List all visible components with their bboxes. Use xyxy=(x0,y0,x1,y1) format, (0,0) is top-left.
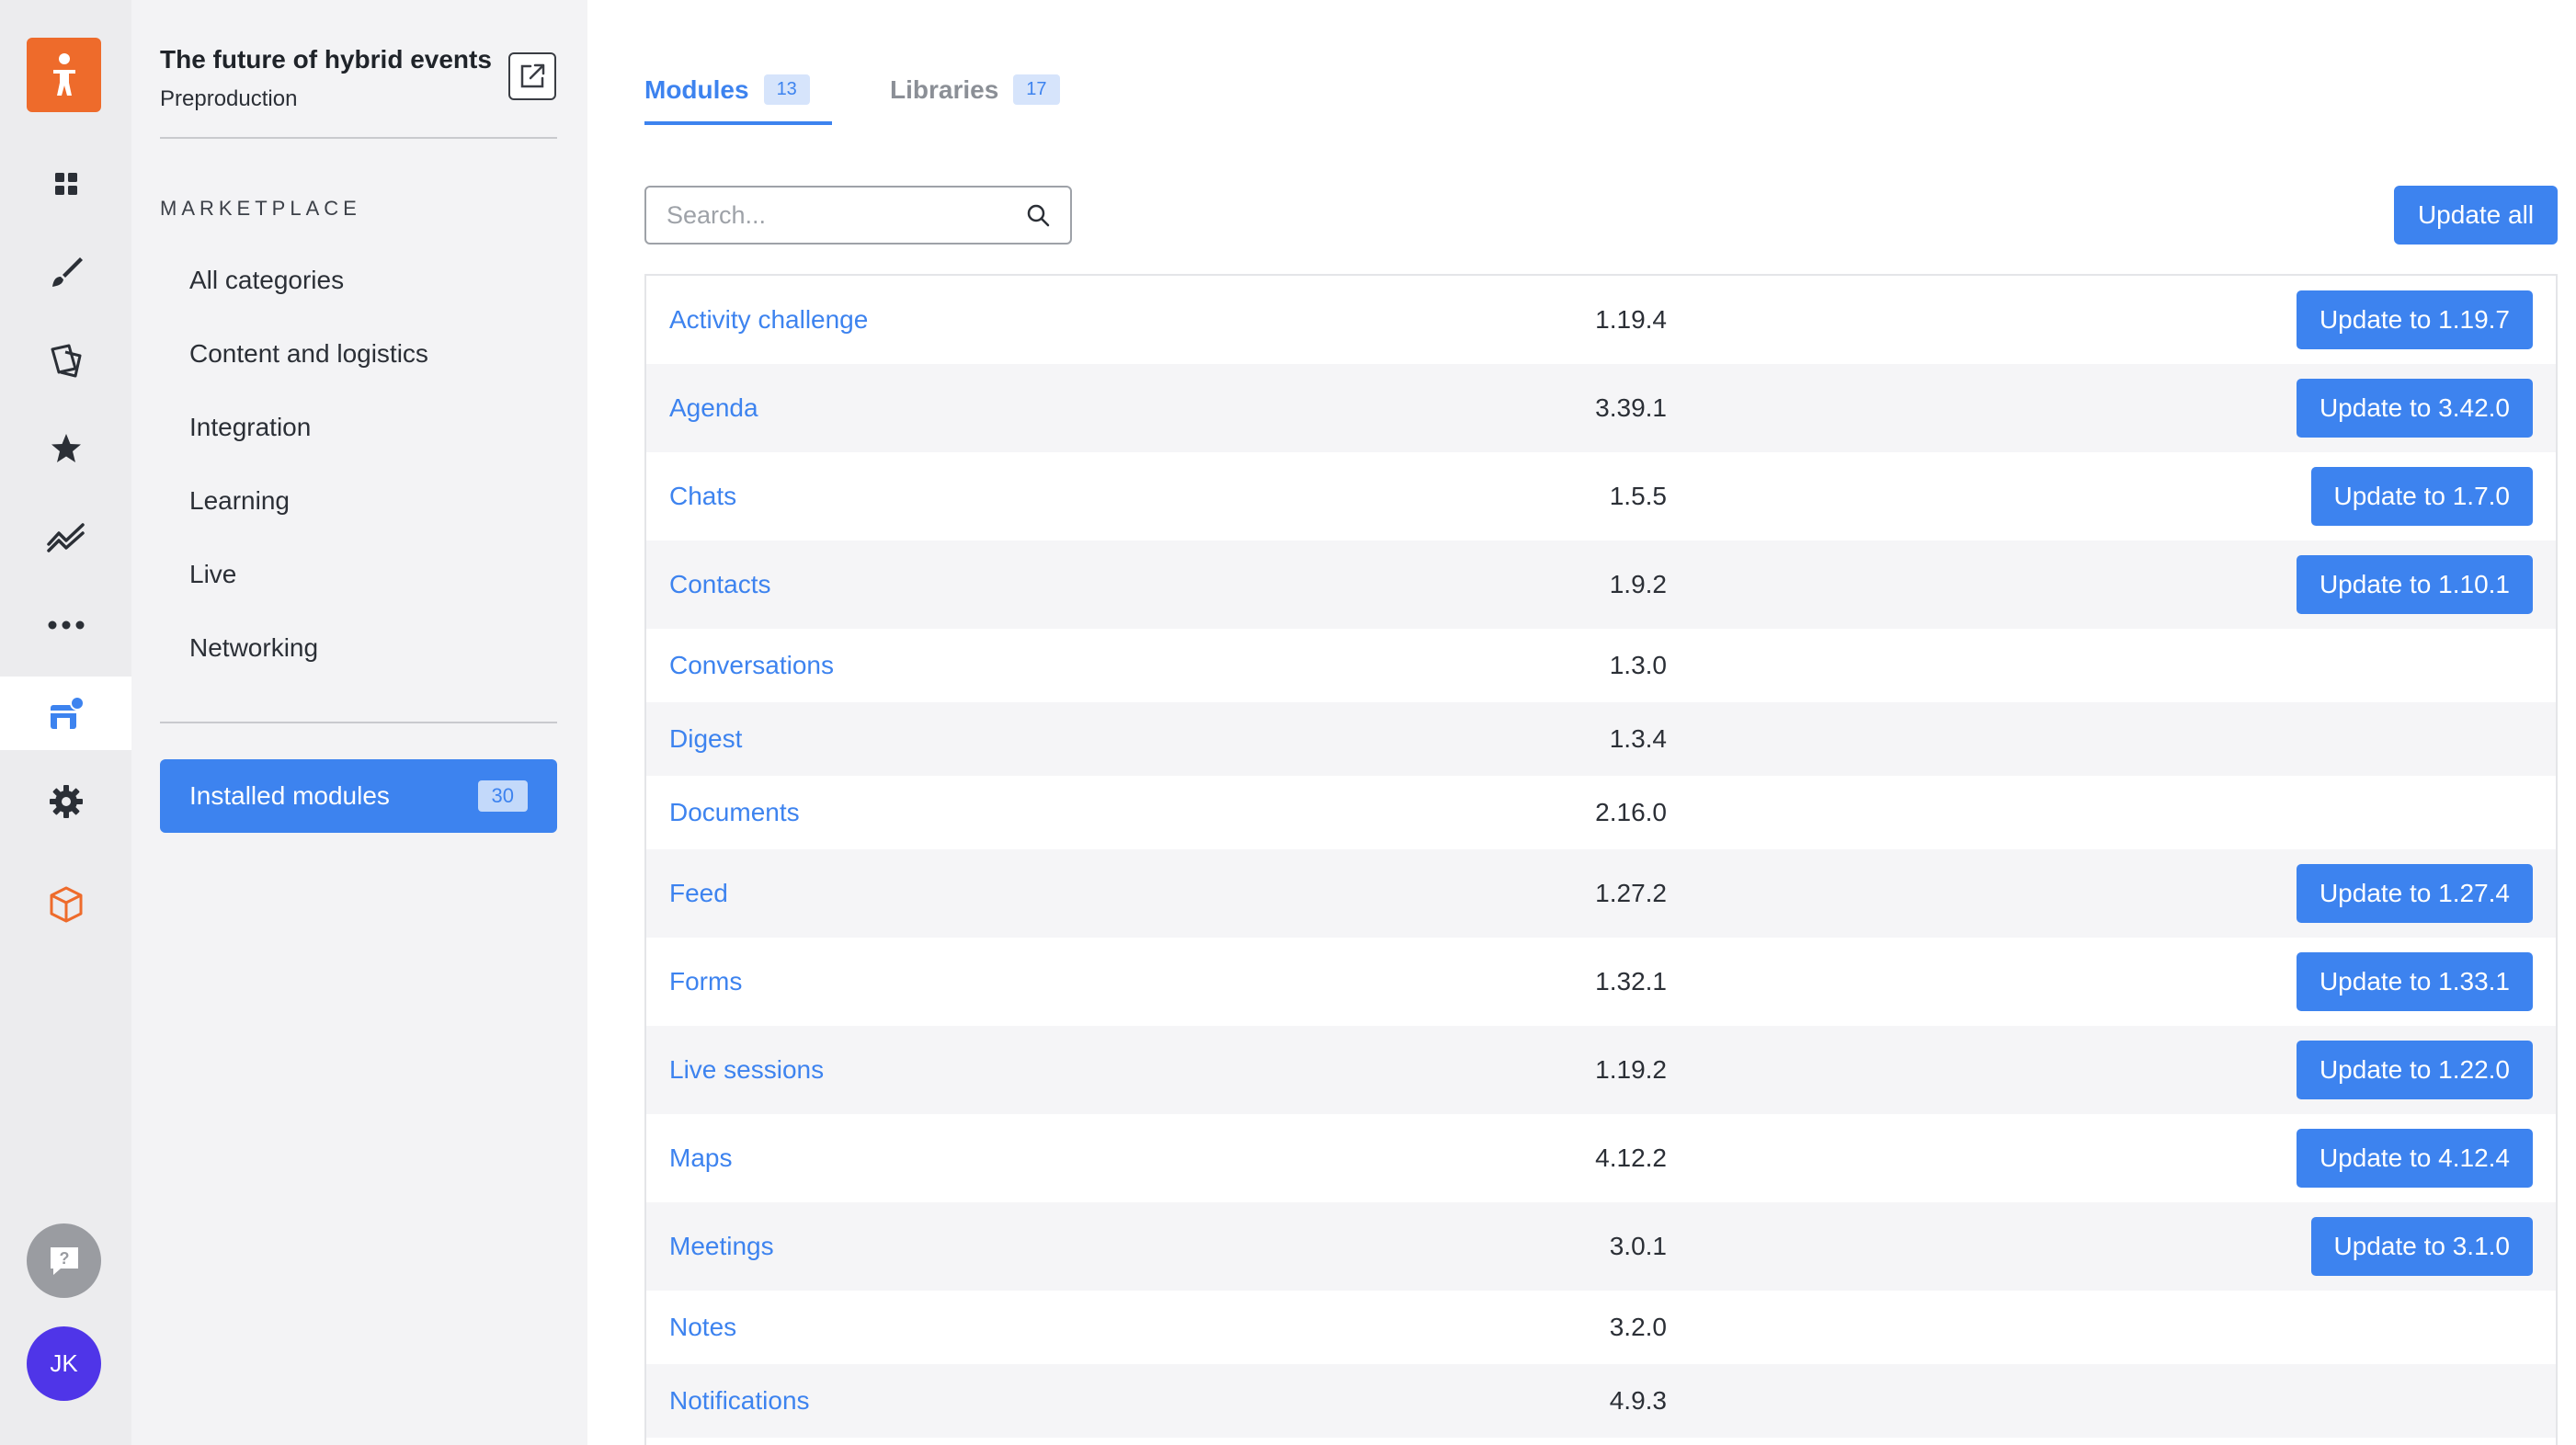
update-module-button[interactable]: Update to 3.42.0 xyxy=(2296,379,2533,438)
update-module-button[interactable]: Update to 1.27.4 xyxy=(2296,864,2533,923)
more-icon[interactable] xyxy=(0,588,131,662)
event-status: Preproduction xyxy=(160,86,298,111)
divider xyxy=(160,722,557,723)
module-version: 1.19.4 xyxy=(1595,305,1667,334)
table-row: Chats 1.5.5 Update to 1.7.0 xyxy=(646,452,2556,540)
table-row: Activity challenge 1.19.4 Update to 1.19.7 xyxy=(646,276,2556,364)
avatar-initials: JK xyxy=(50,1349,78,1377)
marketplace-heading: MARKETPLACE xyxy=(160,197,361,220)
table-row: Digest 1.3.4 xyxy=(646,702,2556,776)
installed-modules-label: Installed modules xyxy=(189,781,390,810)
module-version: 4.9.3 xyxy=(1609,1386,1667,1415)
brush-icon[interactable] xyxy=(0,235,131,309)
search-input[interactable] xyxy=(667,200,1026,230)
event-title: The future of hybrid events xyxy=(160,45,492,74)
module-version: 1.32.1 xyxy=(1595,967,1667,996)
table-row: Documents 2.16.0 xyxy=(646,776,2556,849)
marketplace-icon[interactable] xyxy=(0,677,131,750)
module-name-link[interactable]: Notifications xyxy=(669,1386,810,1416)
active-tab-indicator xyxy=(644,121,832,125)
module-version: 1.27.2 xyxy=(1595,879,1667,907)
module-version: 3.2.0 xyxy=(1609,1313,1667,1341)
external-link-icon xyxy=(520,63,545,88)
star-icon[interactable] xyxy=(0,412,131,485)
module-version: 3.0.1 xyxy=(1609,1232,1667,1260)
table-row: Conversations 1.3.0 xyxy=(646,629,2556,702)
table-row: Contacts 1.9.2 Update to 1.10.1 xyxy=(646,540,2556,629)
module-name-link[interactable]: Conversations xyxy=(669,651,834,680)
table-row: Maps 4.12.2 Update to 4.12.4 xyxy=(646,1114,2556,1202)
avatar[interactable]: JK xyxy=(27,1326,101,1401)
gear-icon[interactable] xyxy=(0,765,131,838)
main-content: Modules 13 Libraries 17 Update all Activ… xyxy=(587,0,2576,1445)
cube-icon[interactable] xyxy=(0,868,131,941)
update-module-button[interactable]: Update to 1.22.0 xyxy=(2296,1041,2533,1099)
module-name-link[interactable]: Meetings xyxy=(669,1232,774,1261)
svg-text:?: ? xyxy=(59,1249,69,1268)
module-version: 1.3.0 xyxy=(1609,651,1667,679)
module-version: 1.9.2 xyxy=(1609,570,1667,598)
person-logo-icon[interactable] xyxy=(27,38,101,112)
modules-table: Activity challenge 1.19.4 Update to 1.19.7… xyxy=(644,274,2558,1445)
tab-libraries-label: Libraries xyxy=(890,74,999,104)
table-row: Feed 1.27.2 Update to 1.27.4 xyxy=(646,849,2556,938)
module-version: 3.39.1 xyxy=(1595,393,1667,422)
category-content-logistics[interactable]: Content and logistics xyxy=(189,339,428,369)
module-name-link[interactable]: Feed xyxy=(669,879,728,908)
tab-modules-count: 13 xyxy=(763,74,810,105)
pages-icon[interactable] xyxy=(0,324,131,397)
module-version: 2.16.0 xyxy=(1595,798,1667,826)
update-module-button[interactable]: Update to 1.19.7 xyxy=(2296,290,2533,349)
help-icon[interactable]: ? xyxy=(27,1223,101,1298)
module-version: 4.12.2 xyxy=(1595,1143,1667,1172)
update-module-button[interactable]: Update to 1.33.1 xyxy=(2296,952,2533,1011)
tab-libraries-count: 17 xyxy=(1013,74,1060,105)
open-external-button[interactable] xyxy=(508,52,556,100)
module-version: 1.3.4 xyxy=(1609,724,1667,753)
category-learning[interactable]: Learning xyxy=(189,486,290,516)
update-module-button[interactable]: Update to 4.12.4 xyxy=(2296,1129,2533,1188)
search-icon xyxy=(1027,204,1050,227)
table-row: Notes 3.2.0 xyxy=(646,1291,2556,1364)
installed-modules-button[interactable]: Installed modules 30 xyxy=(160,759,557,833)
table-row: Live sessions 1.19.2 Update to 1.22.0 xyxy=(646,1026,2556,1114)
marketplace-sidebar: The future of hybrid events Preproductio… xyxy=(131,0,587,1445)
update-module-button[interactable]: Update to 1.10.1 xyxy=(2296,555,2533,614)
module-name-link[interactable]: Activity challenge xyxy=(669,305,868,335)
table-row: Agenda 3.39.1 Update to 3.42.0 xyxy=(646,364,2556,452)
module-name-link[interactable]: Agenda xyxy=(669,393,758,423)
module-name-link[interactable]: Live sessions xyxy=(669,1055,824,1085)
tab-modules[interactable]: Modules 13 xyxy=(644,74,810,105)
module-name-link[interactable]: Chats xyxy=(669,482,736,511)
table-row: Notifications 4.9.3 xyxy=(646,1364,2556,1438)
tab-libraries[interactable]: Libraries 17 xyxy=(890,74,1060,105)
module-name-link[interactable]: Maps xyxy=(669,1143,732,1173)
tab-modules-label: Modules xyxy=(644,74,749,104)
divider xyxy=(160,137,557,139)
module-name-link[interactable]: Forms xyxy=(669,967,742,996)
category-integration[interactable]: Integration xyxy=(189,413,311,442)
icon-rail: ? JK xyxy=(0,0,131,1445)
update-module-button[interactable]: Update to 1.7.0 xyxy=(2310,467,2533,526)
module-name-link[interactable]: Contacts xyxy=(669,570,771,599)
installed-count-badge: 30 xyxy=(477,780,528,812)
category-networking[interactable]: Networking xyxy=(189,633,318,663)
dashboard-icon[interactable] xyxy=(0,147,131,221)
analytics-icon[interactable] xyxy=(0,500,131,574)
table-row: Meetings 3.0.1 Update to 3.1.0 xyxy=(646,1202,2556,1291)
module-name-link[interactable]: Digest xyxy=(669,724,742,754)
table-row: Forms 1.32.1 Update to 1.33.1 xyxy=(646,938,2556,1026)
category-all[interactable]: All categories xyxy=(189,266,344,295)
module-version: 1.19.2 xyxy=(1595,1055,1667,1084)
module-name-link[interactable]: Documents xyxy=(669,798,800,827)
update-module-button[interactable]: Update to 3.1.0 xyxy=(2310,1217,2533,1276)
update-all-button[interactable]: Update all xyxy=(2394,186,2558,245)
module-name-link[interactable]: Notes xyxy=(669,1313,736,1342)
search-box[interactable] xyxy=(644,186,1072,245)
module-version: 1.5.5 xyxy=(1609,482,1667,510)
category-live[interactable]: Live xyxy=(189,560,236,589)
